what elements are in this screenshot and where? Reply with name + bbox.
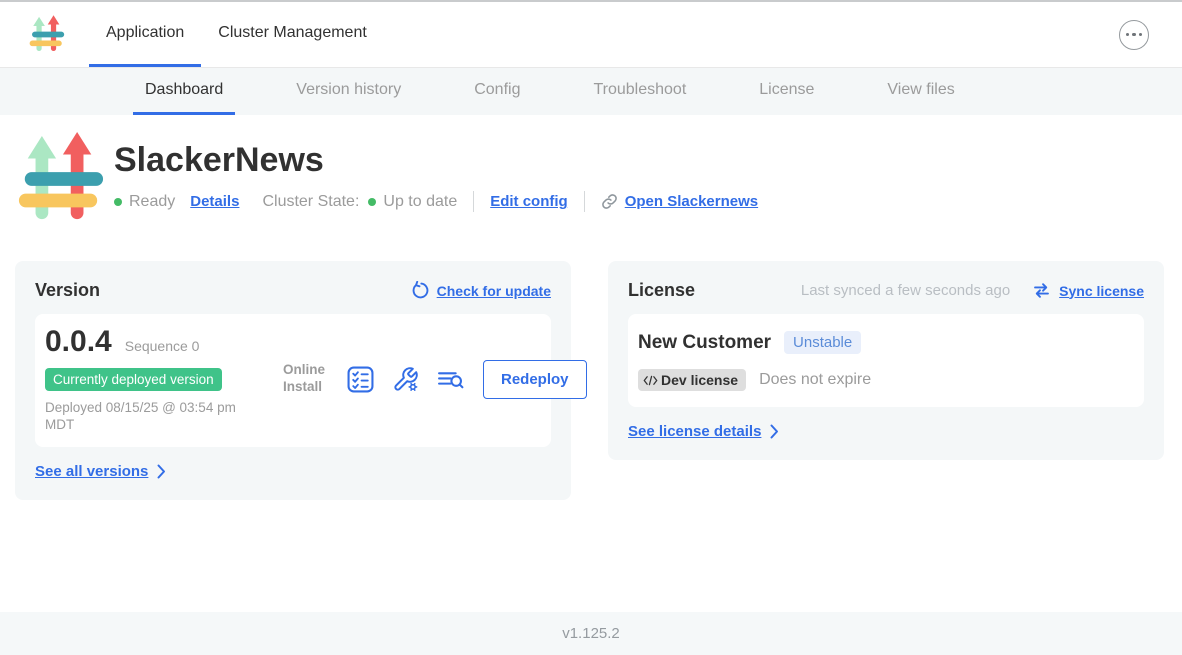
app-header: SlackerNews Ready Details Cluster State:… xyxy=(15,128,1170,235)
redeploy-button[interactable]: Redeploy xyxy=(483,360,587,399)
more-menu-button[interactable] xyxy=(1119,20,1149,50)
subtab-view-files[interactable]: View files xyxy=(875,68,966,115)
subtab-version-history[interactable]: Version history xyxy=(284,68,413,115)
subtab-config-label: Config xyxy=(474,81,520,99)
details-link[interactable]: Details xyxy=(190,193,239,210)
license-expiration: Does not expire xyxy=(759,371,871,389)
subtab-view-files-label: View files xyxy=(887,81,954,99)
top-nav-bar: Application Cluster Management xyxy=(0,0,1182,68)
version-number: 0.0.4 xyxy=(45,325,112,359)
divider xyxy=(473,191,474,212)
deployed-status-badge: Currently deployed version xyxy=(45,368,222,391)
cluster-state-value: Up to date xyxy=(383,193,457,211)
ready-status-dot xyxy=(114,198,122,206)
install-type-label: Online Install xyxy=(283,362,329,396)
sync-icon xyxy=(1032,281,1051,300)
last-synced-text: Last synced a few seconds ago xyxy=(801,282,1010,299)
subtab-troubleshoot[interactable]: Troubleshoot xyxy=(581,68,698,115)
topbar-tabs: Application Cluster Management xyxy=(89,2,384,67)
console-version: v1.125.2 xyxy=(562,625,620,642)
current-version-panel: 0.0.4 Sequence 0 Currently deployed vers… xyxy=(35,314,551,447)
license-type-badge: Dev license xyxy=(638,369,746,391)
open-app-link-label: Open Slackernews xyxy=(625,193,758,210)
slackernews-logo-large xyxy=(15,128,105,235)
license-type-label: Dev license xyxy=(661,372,738,388)
slackernews-logo-icon xyxy=(28,14,65,55)
refresh-icon xyxy=(410,281,429,300)
subtab-config[interactable]: Config xyxy=(462,68,532,115)
license-card-title: License xyxy=(628,280,695,301)
deployed-timestamp: Deployed 08/15/25 @ 03:54 pm MDT xyxy=(45,399,261,434)
version-card: Version Check for update 0.0.4 Sequ xyxy=(15,261,571,500)
see-license-details-link[interactable]: See license details xyxy=(628,423,761,440)
version-sequence: Sequence 0 xyxy=(125,338,200,354)
cluster-state-label: Cluster State: xyxy=(262,193,359,211)
app-logo-small[interactable] xyxy=(28,2,65,67)
subtab-version-history-label: Version history xyxy=(296,81,401,99)
tab-application[interactable]: Application xyxy=(89,2,201,67)
subtab-license[interactable]: License xyxy=(747,68,826,115)
license-details-panel: New Customer Unstable Dev license xyxy=(628,314,1144,407)
subtab-license-label: License xyxy=(759,81,814,99)
console-footer: v1.125.2 xyxy=(0,612,1182,655)
code-icon xyxy=(643,375,658,386)
subtab-dashboard[interactable]: Dashboard xyxy=(133,68,235,115)
preflight-checklist-icon[interactable] xyxy=(347,366,374,393)
tab-cluster-management[interactable]: Cluster Management xyxy=(201,2,384,67)
dashboard-cards: Version Check for update 0.0.4 Sequ xyxy=(15,261,1170,500)
app-status-text: Ready xyxy=(129,193,175,211)
page-title: SlackerNews xyxy=(114,142,758,179)
app-status-row: Ready Details Cluster State: Up to date … xyxy=(114,191,758,212)
link-icon xyxy=(601,193,618,210)
dashboard-main: SlackerNews Ready Details Cluster State:… xyxy=(0,115,1182,612)
config-wrench-icon[interactable] xyxy=(392,366,419,393)
subtab-troubleshoot-label: Troubleshoot xyxy=(593,81,686,99)
edit-config-link[interactable]: Edit config xyxy=(490,193,568,210)
sync-license-link[interactable]: Sync license xyxy=(1059,283,1144,299)
version-card-title: Version xyxy=(35,280,100,301)
app-sub-nav: Dashboard Version history Config Trouble… xyxy=(0,68,1182,115)
see-all-versions-link[interactable]: See all versions xyxy=(35,463,148,480)
cluster-status-dot xyxy=(368,198,376,206)
subtab-dashboard-label: Dashboard xyxy=(145,81,223,99)
customer-name: New Customer xyxy=(638,332,771,354)
channel-badge: Unstable xyxy=(784,331,861,354)
license-card: License Last synced a few seconds ago Sy… xyxy=(608,261,1164,460)
view-logs-icon[interactable] xyxy=(437,366,465,393)
tab-application-label: Application xyxy=(106,24,184,42)
chevron-right-icon xyxy=(770,424,779,439)
chevron-right-icon xyxy=(157,464,166,479)
check-for-update-link[interactable]: Check for update xyxy=(437,283,551,299)
divider xyxy=(584,191,585,212)
tab-cluster-management-label: Cluster Management xyxy=(218,24,367,42)
open-app-link[interactable]: Open Slackernews xyxy=(601,193,758,210)
